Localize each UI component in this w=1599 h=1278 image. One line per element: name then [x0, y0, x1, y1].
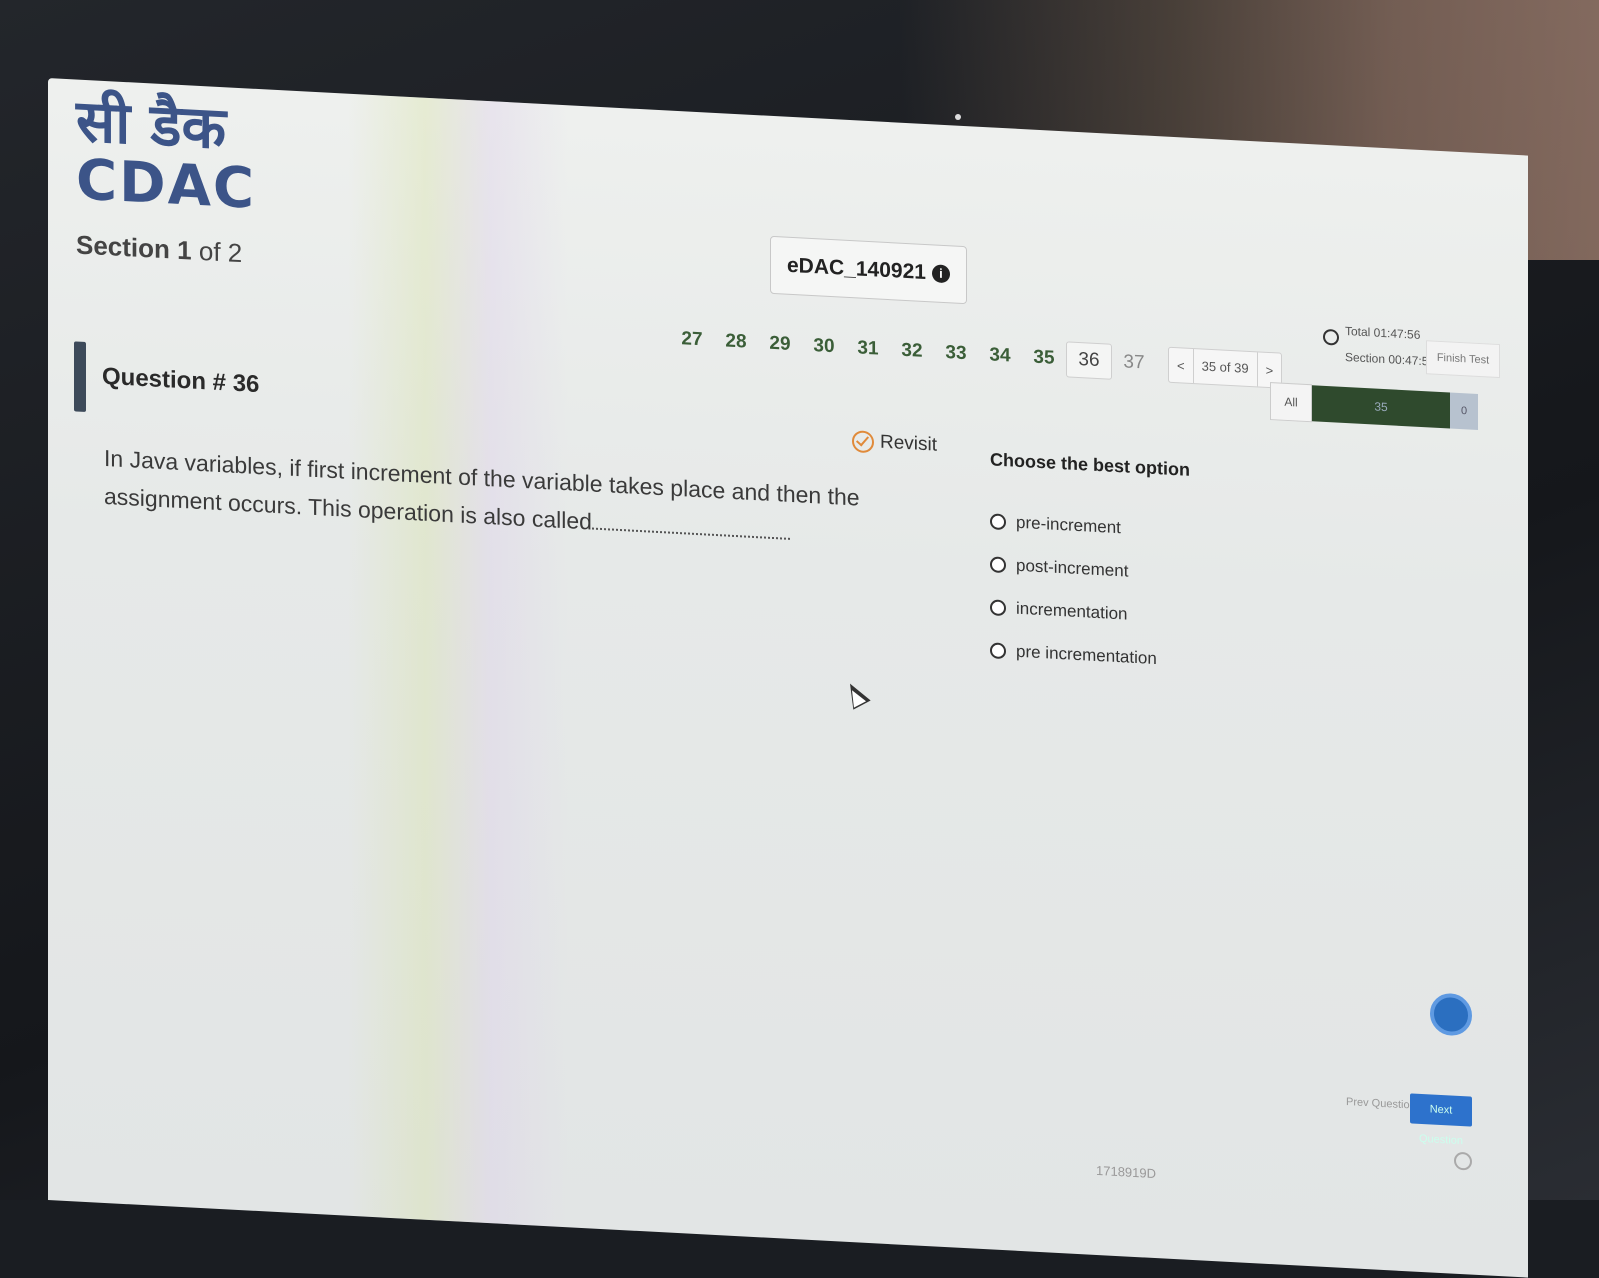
next-question-button[interactable]: Next Question — [1410, 1093, 1472, 1147]
section-indicator: Section 1 of 2 — [76, 229, 242, 269]
question-number-36-current[interactable]: 36 — [1066, 341, 1112, 380]
exam-id-label: eDAC_140921 — [787, 253, 926, 285]
question-number-31[interactable]: 31 — [846, 337, 890, 361]
question-text: In Java variables, if first increment of… — [104, 439, 944, 559]
options-list: pre-increment post-increment incrementat… — [990, 499, 1157, 680]
revisit-button[interactable]: Revisit — [852, 430, 937, 456]
webcam — [955, 114, 961, 120]
question-title: Question # 36 — [102, 362, 260, 399]
question-accent-bar — [74, 341, 86, 412]
radio-button[interactable] — [990, 555, 1006, 573]
finish-test-button[interactable]: Finish Test — [1426, 340, 1500, 379]
question-number-35[interactable]: 35 — [1022, 346, 1066, 370]
question-number-32[interactable]: 32 — [890, 339, 934, 363]
question-number-34[interactable]: 34 — [978, 344, 1022, 368]
pager-next-button[interactable]: > — [1258, 362, 1282, 378]
question-number-37[interactable]: 37 — [1112, 351, 1156, 375]
chat-icon[interactable] — [1430, 992, 1472, 1037]
pager-prev-button[interactable]: < — [1169, 357, 1193, 373]
radio-button[interactable] — [990, 641, 1006, 659]
filter-answered-count[interactable]: 35 — [1312, 385, 1450, 429]
timer-section: Section 00:47:56 — [1345, 349, 1436, 369]
radio-button[interactable] — [990, 512, 1006, 530]
option-pre-incrementation[interactable]: pre incrementation — [990, 628, 1157, 680]
question-filter: All 35 0 — [1270, 382, 1478, 431]
question-navigator: 27 28 29 30 31 32 33 34 35 36 37 < 35 of… — [670, 321, 1283, 389]
filter-unanswered-count[interactable]: 0 — [1450, 392, 1478, 430]
question-number-33[interactable]: 33 — [934, 341, 978, 365]
section-current: 1 — [177, 234, 192, 266]
logo-english-text: CDAC — [76, 147, 257, 222]
revisit-label: Revisit — [880, 431, 938, 456]
question-number-28[interactable]: 28 — [714, 330, 758, 354]
question-pager: < 35 of 39 > — [1168, 346, 1283, 389]
power-icon[interactable] — [1454, 1151, 1472, 1171]
footer-code: 1718919D — [1096, 1162, 1156, 1182]
pager-status: 35 of 39 — [1192, 348, 1258, 387]
fill-in-blank — [591, 513, 790, 540]
option-label: incrementation — [1016, 598, 1128, 624]
filter-all-button[interactable]: All — [1270, 382, 1312, 423]
option-label: pre-increment — [1016, 512, 1121, 537]
option-label: pre incrementation — [1016, 641, 1157, 668]
timer-total: Total 01:47:56 — [1345, 323, 1421, 342]
revisit-icon — [852, 430, 874, 454]
prev-question-link[interactable]: Prev Question — [1346, 1096, 1416, 1112]
section-prefix: Section — [76, 229, 170, 265]
cdac-logo: सी डैक CDAC — [76, 86, 257, 222]
exam-id-badge[interactable]: eDAC_140921 i — [770, 235, 967, 305]
question-number-29[interactable]: 29 — [758, 332, 802, 356]
clock-icon — [1323, 328, 1339, 346]
screen-glare — [348, 93, 568, 1228]
option-label: post-increment — [1016, 555, 1129, 581]
question-number-30[interactable]: 30 — [802, 335, 846, 359]
options-heading: Choose the best option — [990, 449, 1190, 480]
radio-button[interactable] — [990, 598, 1006, 616]
question-number-27[interactable]: 27 — [670, 328, 714, 352]
section-suffix: of 2 — [198, 235, 243, 269]
info-icon[interactable]: i — [931, 264, 950, 284]
exam-screen: सी डैक CDAC Section 1 of 2 eDAC_140921 i… — [48, 78, 1528, 1278]
